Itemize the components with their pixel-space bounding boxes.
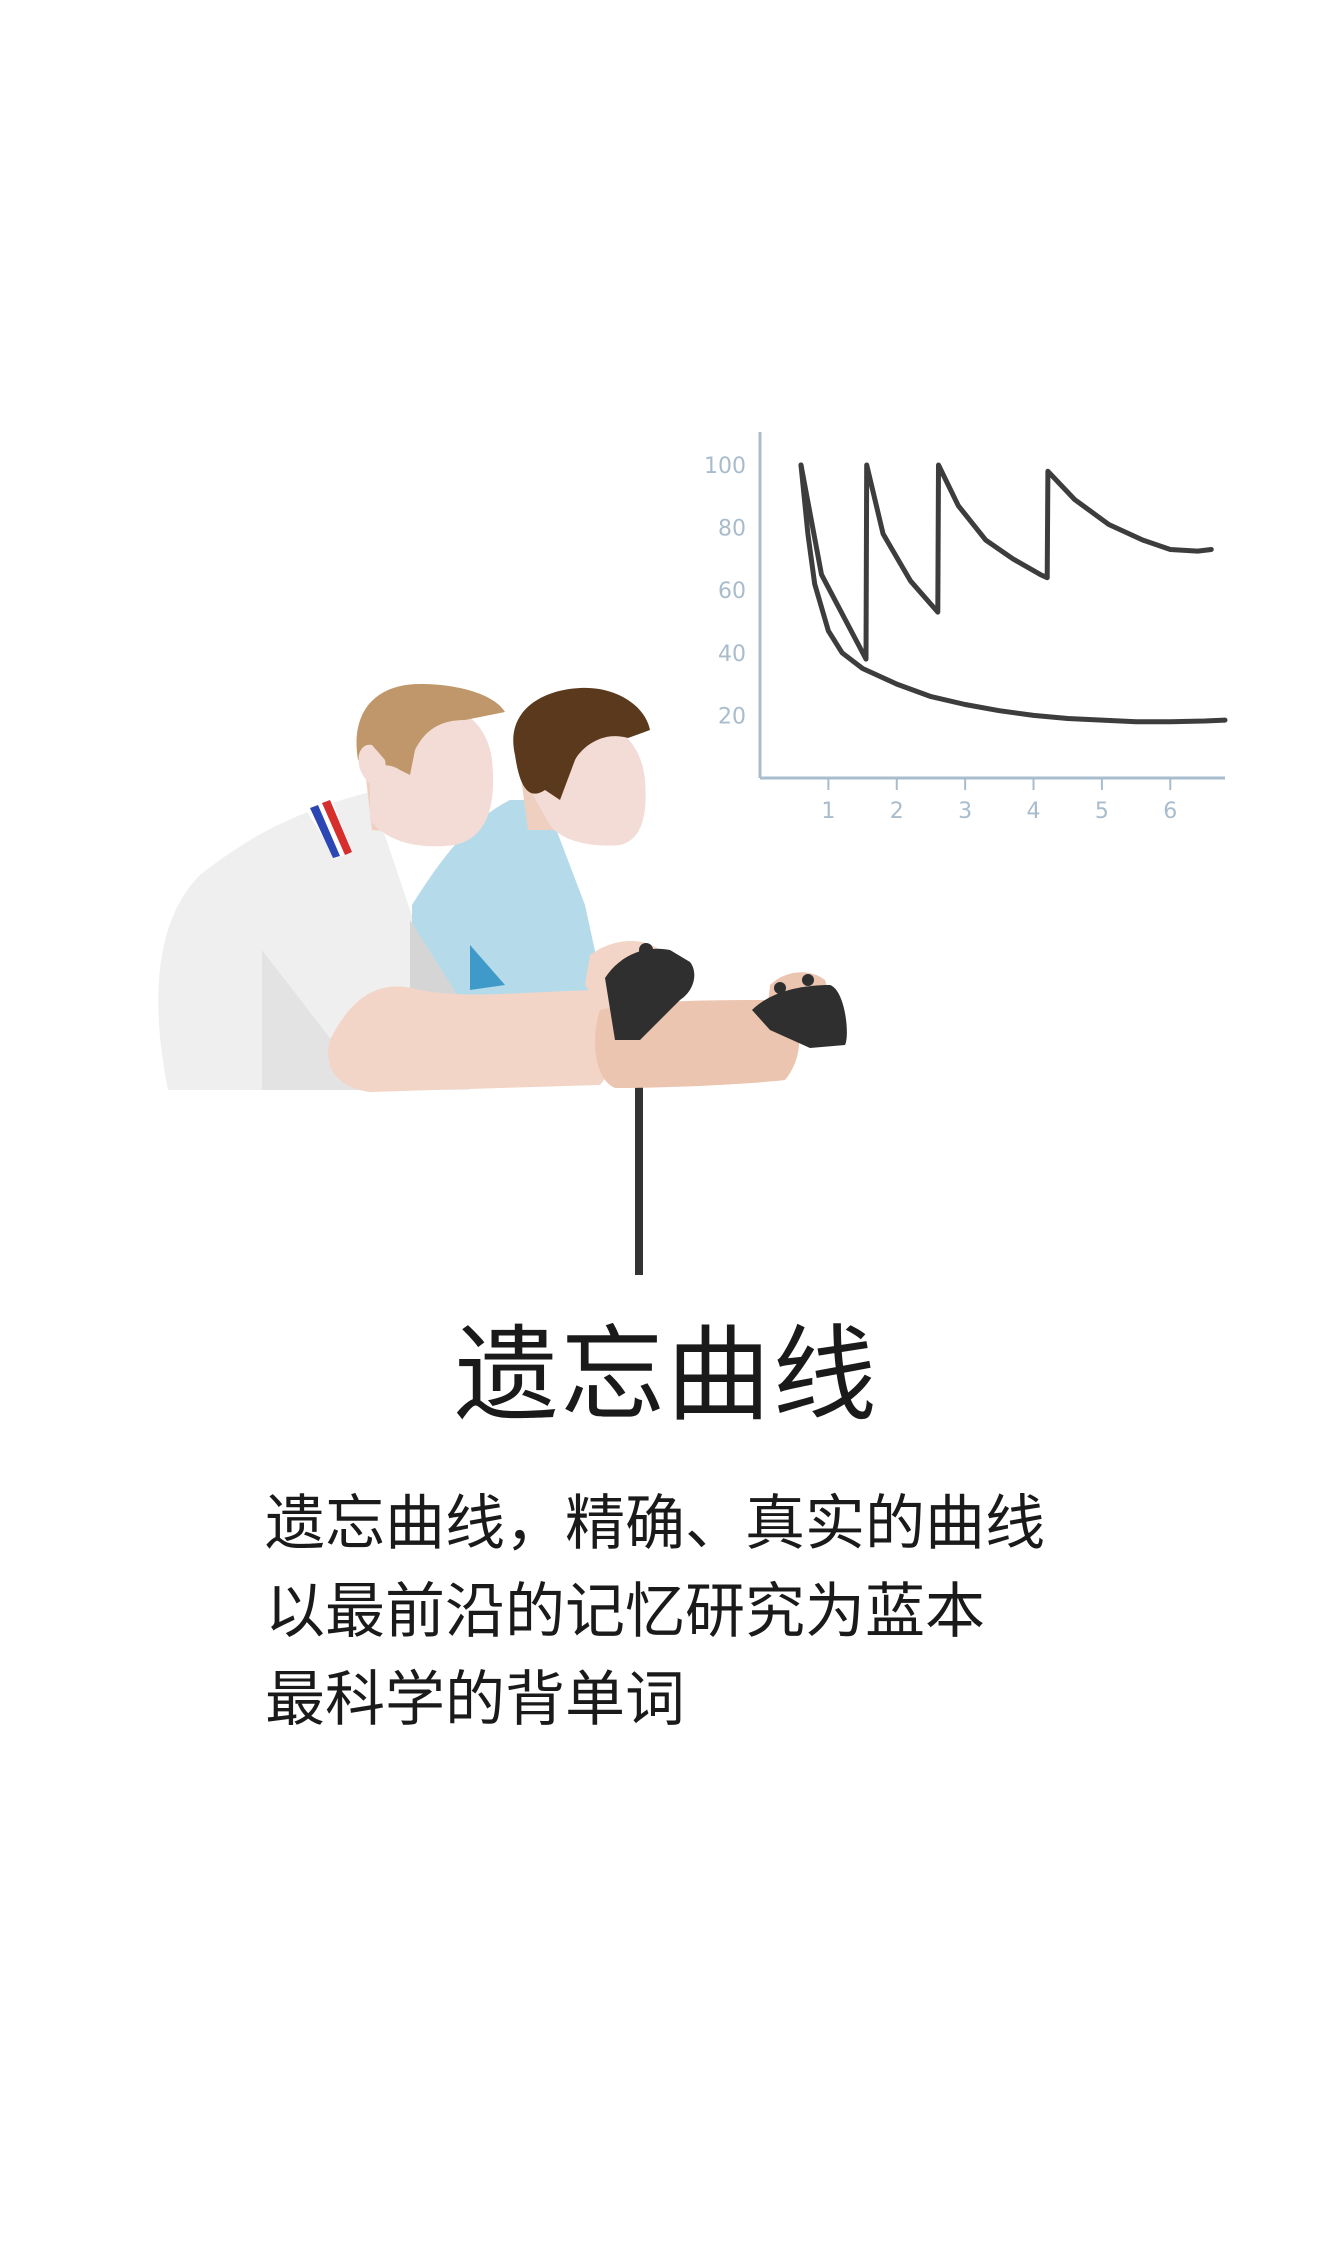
forgetting-curve-chart: 20 40 60 80 100 1 2 3 4 5 6 <box>704 432 1228 824</box>
x-tick-label: 3 <box>958 799 972 824</box>
y-tick-label: 20 <box>718 704 746 729</box>
description-line-2: 以最前沿的记忆研究为蓝本 <box>265 1577 985 1647</box>
officer-arm <box>328 986 624 1092</box>
series-line-2 <box>798 462 1214 662</box>
forgetting-curve-illustration: 20 40 60 80 100 1 2 3 4 5 6 <box>0 0 1333 1300</box>
people-illustration <box>158 684 847 1275</box>
y-ticks: 20 40 60 80 100 <box>704 454 746 729</box>
x-tick-label: 5 <box>1095 799 1109 824</box>
y-tick-label: 40 <box>718 642 746 667</box>
x-tick-label: 1 <box>821 799 835 824</box>
description-line-3: 最科学的背单词 <box>265 1665 685 1735</box>
x-ticks: 1 2 3 4 5 6 <box>821 778 1177 824</box>
page-title: 遗忘曲线 <box>454 1314 879 1436</box>
y-tick-label: 60 <box>718 579 746 604</box>
description-line-1: 遗忘曲线，精确、真实的曲线 <box>265 1489 1045 1559</box>
joystick-knob-left <box>639 943 653 957</box>
illustration-canvas: 20 40 60 80 100 1 2 3 4 5 6 <box>158 432 1228 1275</box>
joystick-knob-right <box>774 982 786 994</box>
joystick-knob-right-2 <box>802 974 814 986</box>
x-tick-label: 4 <box>1027 799 1041 824</box>
y-tick-label: 80 <box>718 517 746 542</box>
x-tick-label: 6 <box>1163 799 1177 824</box>
description-text: 遗忘曲线，精确、真实的曲线 以最前沿的记忆研究为蓝本 最科学的背单词 <box>265 1480 1265 1744</box>
series-group <box>798 462 1228 725</box>
x-tick-label: 2 <box>890 799 904 824</box>
y-tick-label: 100 <box>704 454 746 479</box>
